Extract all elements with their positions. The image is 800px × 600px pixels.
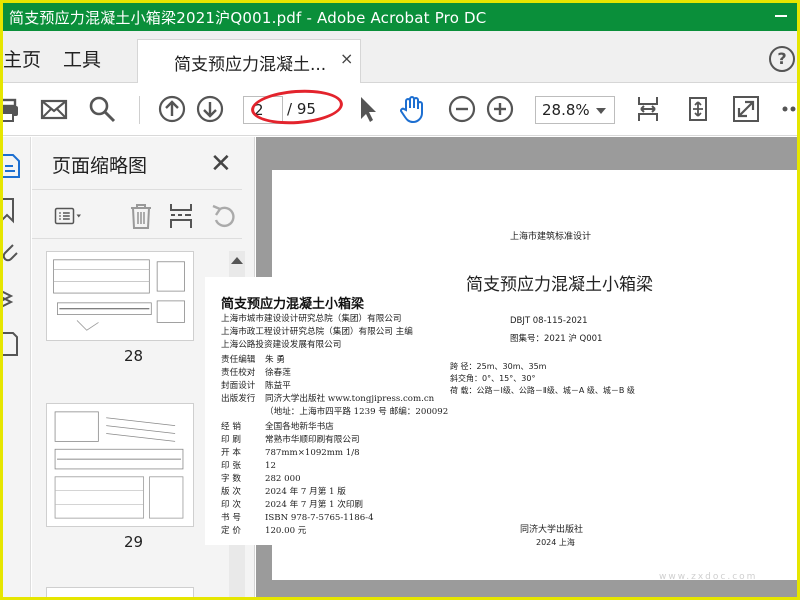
next-page-icon[interactable]: [195, 94, 225, 124]
navigation-rail: [3, 137, 31, 597]
chevron-down-icon: [596, 108, 606, 114]
select-cursor-icon[interactable]: [353, 94, 383, 124]
rotate-page-icon[interactable]: [208, 202, 238, 230]
toolbar-separator: [139, 96, 140, 124]
insert-page-icon[interactable]: [166, 202, 196, 230]
drawing-preview: [53, 259, 185, 331]
zoom-out-icon[interactable]: [447, 94, 477, 124]
more-tools-icon[interactable]: [779, 94, 797, 124]
footer-watermark: www.zxdoc.com: [659, 572, 758, 582]
close-icon[interactable]: ✕: [210, 149, 232, 179]
acrobat-window: 简支预应力混凝土小箱梁2021沪Q001.pdf - Adobe Acrobat…: [3, 3, 797, 597]
rotate-view-icon[interactable]: [683, 94, 713, 124]
menu-tools[interactable]: 工具: [63, 45, 101, 72]
overlay-row: 印 次 2024 年 7 月第 1 次印刷: [221, 500, 364, 510]
doc-code: DBJT 08-115-2021: [510, 316, 588, 326]
highlight-annotation: [249, 86, 345, 128]
email-icon[interactable]: [39, 94, 69, 124]
window-title: 简支预应力混凝土小箱梁2021沪Q001.pdf - Adobe Acrobat…: [9, 9, 487, 27]
doc-title: 简支预应力混凝土小箱梁: [466, 275, 653, 295]
scroll-up-icon[interactable]: [231, 257, 243, 264]
hand-tool-icon[interactable]: [397, 94, 427, 124]
copyright-overlay: 简支预应力混凝土小箱梁 上海市城市建设设计研究总院（集团）有限公司 上海市政工程…: [205, 277, 448, 545]
options-menu-icon[interactable]: [54, 202, 94, 230]
doc-span: 跨 径：25m、30m、35m: [450, 362, 547, 371]
attachment-icon[interactable]: [3, 239, 23, 269]
document-tab[interactable]: 简支预应力混凝土... ×: [137, 39, 361, 83]
overlay-editor-line: 上海公路投资建设发展有限公司: [221, 340, 342, 350]
overlay-row: 印 刷常熟市华顺印刷有限公司: [221, 435, 360, 445]
panel-title: 页面缩略图: [52, 155, 148, 177]
zoom-select[interactable]: 28.8%: [535, 96, 615, 124]
drawing-preview: [54, 411, 184, 519]
doc-atlas-number: 图集号：2021 沪 Q001: [510, 334, 603, 344]
document-icon[interactable]: [3, 329, 23, 359]
doc-organization: 上海市建筑标准设计: [510, 232, 592, 242]
thumbnail-page-number: 29: [124, 533, 144, 551]
menu-home[interactable]: 主页: [3, 45, 41, 72]
overlay-row: 字 数 282 000: [221, 474, 301, 484]
overlay-row: 印 张 12: [221, 461, 276, 471]
zoom-value: 28.8%: [542, 101, 590, 119]
full-screen-icon[interactable]: [731, 94, 761, 124]
tab-close-icon[interactable]: ×: [340, 49, 353, 68]
overlay-row: 定 价 120.00 元: [221, 526, 307, 536]
overlay-row: 书 号 ISBN 978-7-5765-1186-4: [221, 513, 374, 523]
overlay-row: 开 本 787mm×1092mm 1/8: [221, 448, 360, 458]
overlay-row: 封面设计 陈益平: [221, 381, 291, 391]
doc-publisher: 同济大学出版社: [520, 525, 584, 535]
overlay-title: 简支预应力混凝土小箱梁: [221, 297, 365, 312]
thumbnail-page-30[interactable]: [46, 587, 194, 597]
title-bar: 简支预应力混凝土小箱梁2021沪Q001.pdf - Adobe Acrobat…: [3, 3, 797, 31]
thumbnail-page-29[interactable]: [46, 403, 194, 527]
tab-bar: 主页 工具 简支预应力混凝土... × ?: [3, 31, 797, 83]
help-icon[interactable]: ?: [769, 46, 795, 72]
doc-year: 2024 上海: [536, 538, 575, 547]
overlay-row: 责任编辑朱 勇: [221, 355, 285, 365]
delete-page-icon[interactable]: [126, 202, 156, 230]
doc-load: 荷 载：公路－Ⅰ级、公路－Ⅱ级、城－A 级、城－B 级: [450, 386, 635, 395]
overlay-row: 版 次 2024 年 7 月第 1 版: [221, 487, 346, 497]
overlay-editor-line: 上海市政工程设计研究总院（集团）有限公司 主编: [221, 327, 413, 337]
panel-toolbar: [32, 189, 242, 239]
layers-icon[interactable]: [3, 283, 23, 313]
fit-width-icon[interactable]: [633, 94, 663, 124]
main-toolbar: 2 / 95 28.8%: [3, 84, 797, 136]
overlay-row: 出版发行 同济大学出版社 www.tongjipress.com.cn: [221, 394, 435, 404]
previous-page-icon[interactable]: [157, 94, 187, 124]
overlay-row: （地址：上海市四平路 1239 号 邮编：200092: [265, 407, 449, 417]
overlay-editor-line: 上海市城市建设设计研究总院（集团）有限公司: [221, 314, 402, 324]
thumbnail-page-number: 28: [124, 347, 144, 365]
zoom-in-icon[interactable]: [485, 94, 515, 124]
bookmark-icon[interactable]: [3, 195, 23, 225]
document-tab-label: 简支预应力混凝土...: [174, 55, 327, 75]
print-icon[interactable]: [3, 94, 21, 124]
page-thumbnails-icon[interactable]: [3, 151, 23, 181]
doc-skew-angle: 斜交角：0°、15°、30°: [450, 374, 536, 383]
overlay-row: 经 销全国各地新华书店: [221, 422, 334, 432]
overlay-row: 责任校对 徐春莲: [221, 368, 291, 378]
search-icon[interactable]: [87, 94, 117, 124]
thumbnail-page-28[interactable]: [46, 251, 194, 341]
minimize-button[interactable]: [767, 3, 797, 31]
